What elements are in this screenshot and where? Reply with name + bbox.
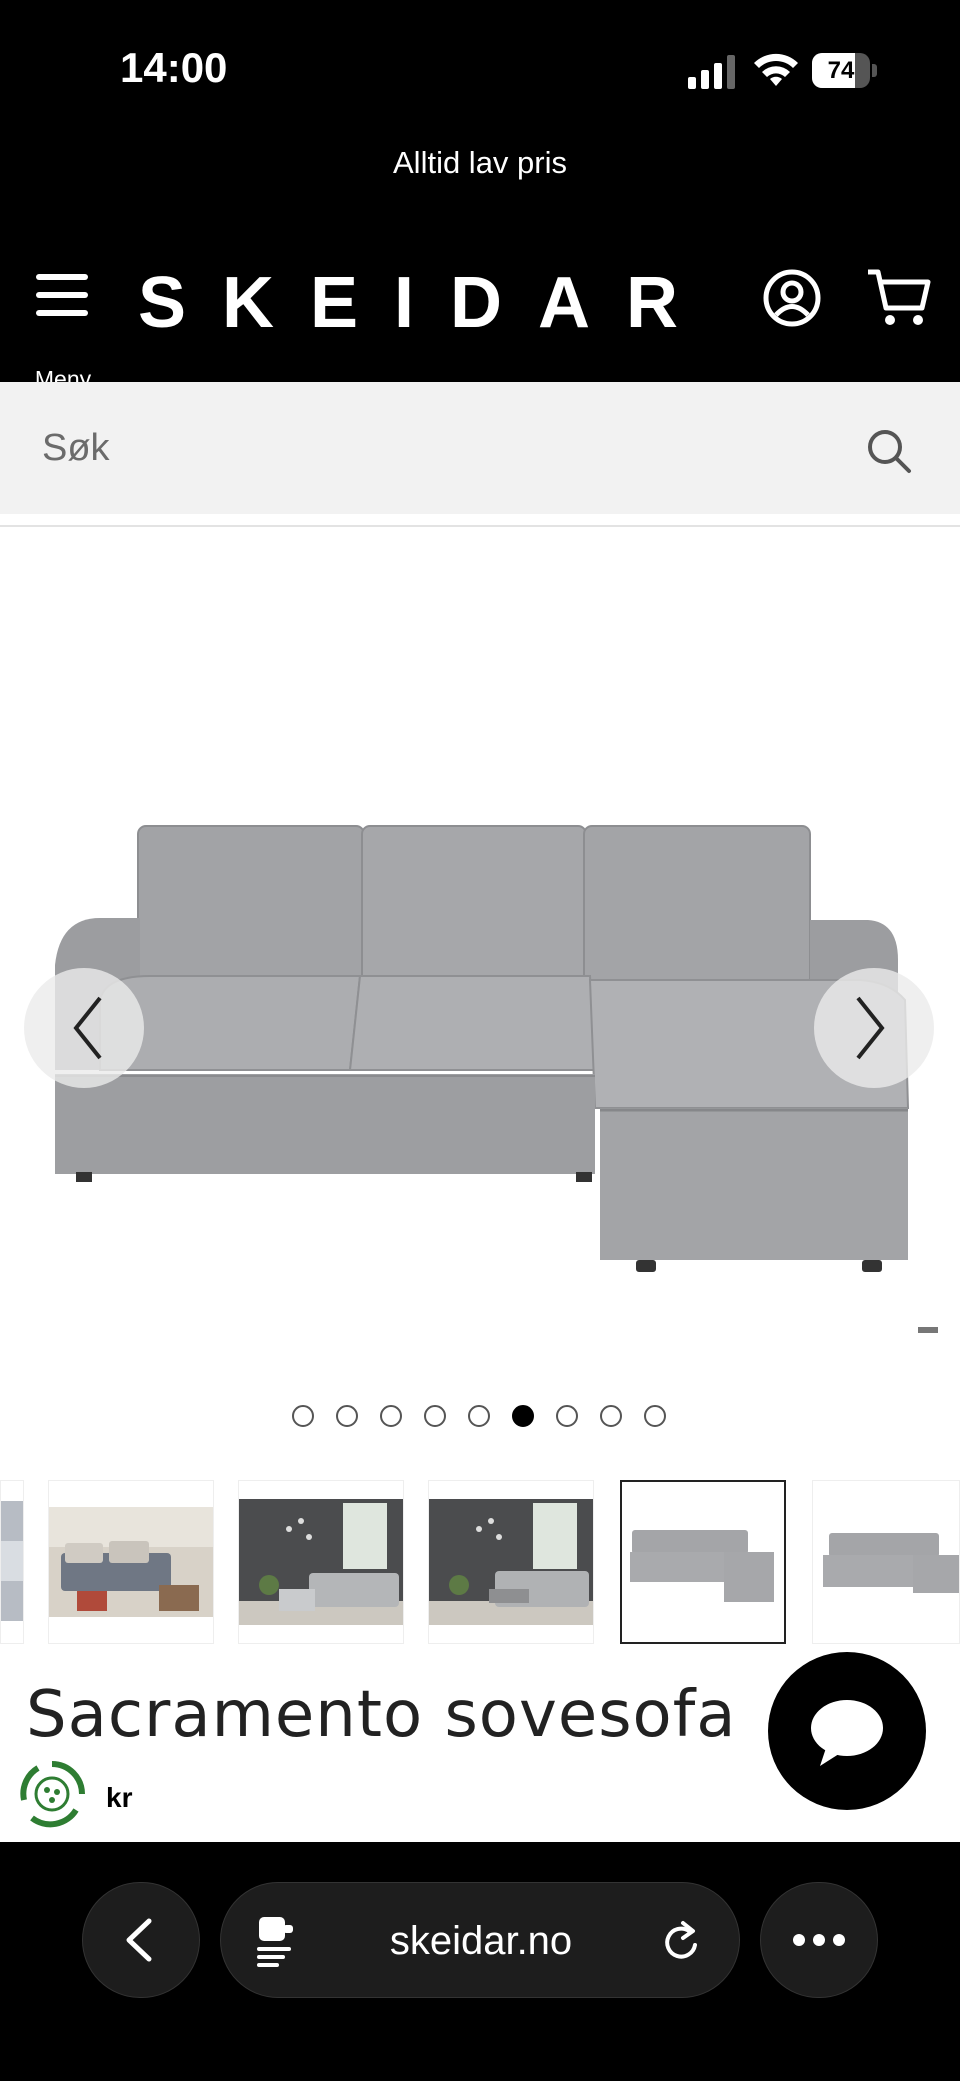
search-bar (0, 382, 960, 514)
search-icon[interactable] (866, 428, 912, 474)
status-time: 14:00 (120, 44, 228, 91)
wifi-icon (754, 53, 798, 86)
thumbnail-image[interactable] (238, 1480, 404, 1644)
divider (0, 525, 960, 527)
product-price: kr (106, 1782, 133, 1813)
menu-button[interactable]: Meny (28, 270, 100, 392)
carousel-dot[interactable] (336, 1405, 358, 1427)
carousel-dot[interactable] (424, 1405, 446, 1427)
status-bar: 14:00 74 (0, 0, 960, 130)
chat-button[interactable] (768, 1652, 926, 1810)
thumbnail-image[interactable] (428, 1480, 594, 1644)
carousel-pagination (0, 1405, 960, 1435)
thumbnail-image[interactable] (0, 1480, 24, 1644)
more-icon (793, 1934, 845, 1946)
site-logo[interactable]: SKEIDAR (138, 262, 714, 344)
carousel-dot[interactable] (556, 1405, 578, 1427)
carousel-dot[interactable] (380, 1405, 402, 1427)
account-icon[interactable] (762, 268, 822, 328)
carousel-dot[interactable] (468, 1405, 490, 1427)
battery-level: 74 (827, 57, 855, 84)
thumbnail-image[interactable] (812, 1480, 960, 1644)
hamburger-icon (36, 274, 88, 280)
chevron-left-icon (73, 996, 102, 1060)
product-title: Sacramento sovesofa (26, 1678, 737, 1752)
cart-icon[interactable] (866, 266, 932, 330)
carousel-dot[interactable] (600, 1405, 622, 1427)
search-input[interactable] (40, 412, 844, 484)
eco-label-icon (20, 1761, 85, 1828)
gallery-scroll-indicator (918, 1327, 938, 1333)
carousel-dot[interactable] (292, 1405, 314, 1427)
chevron-left-icon (126, 1918, 152, 1962)
browser-back-button[interactable] (82, 1882, 200, 1998)
next-image-button[interactable] (814, 968, 934, 1088)
battery-icon: 74 (812, 53, 878, 88)
reload-icon[interactable] (659, 1919, 705, 1965)
carousel-dot[interactable] (644, 1405, 666, 1427)
more-options-button[interactable] (760, 1882, 878, 1998)
thumbnail-image-active[interactable] (620, 1480, 786, 1644)
carousel-dot-active[interactable] (512, 1405, 534, 1427)
cellular-signal-icon (688, 55, 735, 89)
address-bar[interactable]: skeidar.no (220, 1882, 740, 1998)
site-header: Meny SKEIDAR (0, 230, 960, 392)
promo-banner[interactable]: Alltid lav pris (0, 130, 960, 230)
thumbnail-image[interactable] (48, 1480, 214, 1644)
previous-image-button[interactable] (24, 968, 144, 1088)
chevron-right-icon (856, 996, 885, 1060)
product-main-image[interactable] (0, 530, 960, 1390)
chat-bubble-icon (811, 1700, 883, 1766)
